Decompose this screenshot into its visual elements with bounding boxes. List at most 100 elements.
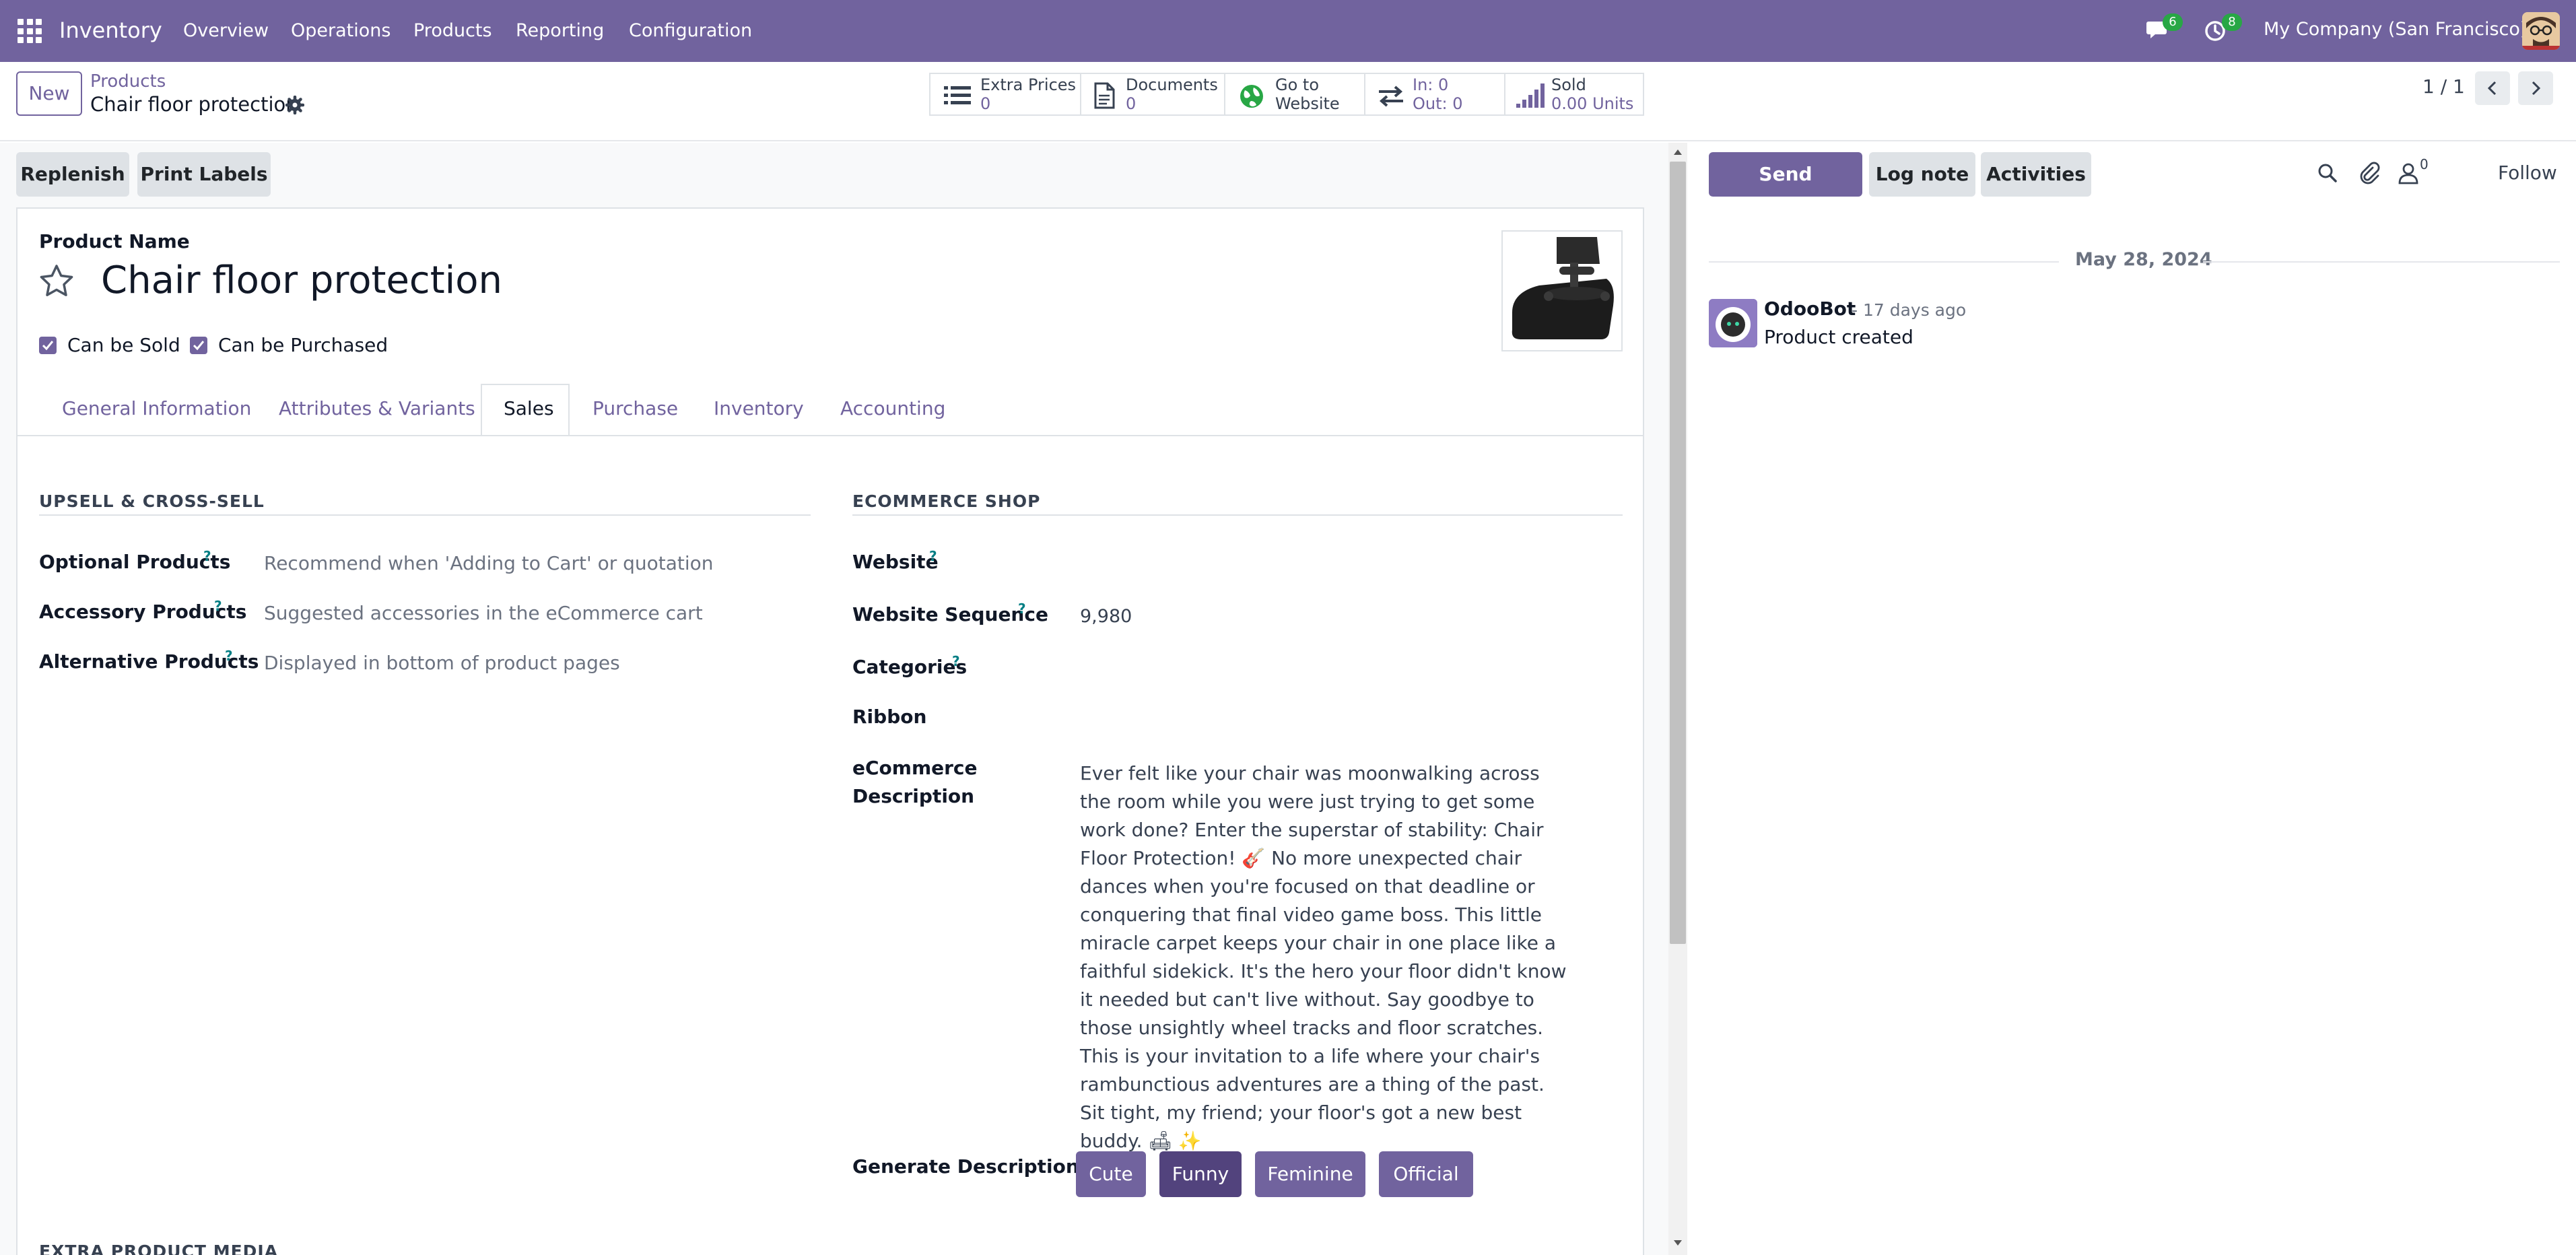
- send-message-button[interactable]: Send message: [1709, 152, 1862, 230]
- documents-value: 0: [1126, 94, 1137, 113]
- optional-products-input[interactable]: Recommend when 'Adding to Cart' or quota…: [264, 552, 714, 574]
- can-be-purchased-checkbox[interactable]: [190, 337, 207, 354]
- website-label: Website: [1275, 94, 1340, 113]
- alternative-products-input[interactable]: Displayed in bottom of product pages: [264, 652, 620, 674]
- print-labels-button[interactable]: Print Labels: [137, 152, 271, 197]
- website-help-icon[interactable]: ?: [929, 548, 937, 564]
- sold-label: Sold: [1551, 75, 1586, 94]
- menu-configuration[interactable]: Configuration: [629, 20, 752, 41]
- optional-products-label: Optional Products: [39, 551, 231, 573]
- check-icon: [42, 341, 54, 351]
- tab-inventory[interactable]: Inventory: [714, 397, 804, 419]
- check-icon: [193, 341, 205, 351]
- categories-help-icon[interactable]: ?: [952, 653, 960, 669]
- tab-accounting[interactable]: Accounting: [840, 397, 945, 419]
- menu-overview[interactable]: Overview: [183, 20, 269, 41]
- go-to-website-button[interactable]: Go to Website: [1224, 73, 1365, 116]
- top-navbar: Inventory Overview Operations Products R…: [0, 0, 2576, 62]
- pager-next-button[interactable]: [2518, 71, 2553, 105]
- generate-official-button[interactable]: Official: [1379, 1151, 1473, 1197]
- breadcrumb-products[interactable]: Products: [90, 71, 166, 92]
- tab-general-information[interactable]: General Information: [62, 397, 251, 419]
- menu-operations[interactable]: Operations: [291, 20, 391, 41]
- new-button[interactable]: New: [16, 71, 82, 116]
- generate-description-label: Generate Description: [852, 1155, 1079, 1178]
- website-input[interactable]: [1080, 552, 1565, 579]
- ecommerce-description-editor[interactable]: Ever felt like your chair was moonwalkin…: [1080, 759, 1571, 1155]
- globe-icon: [1240, 85, 1263, 108]
- in-out-button[interactable]: In: 0 Out: 0: [1364, 73, 1505, 116]
- search-icon[interactable]: [2316, 162, 2339, 184]
- generate-cute-button[interactable]: Cute: [1076, 1151, 1146, 1197]
- sold-value: 0.00 Units: [1551, 94, 1634, 113]
- company-switcher[interactable]: My Company (San Francisco): [2264, 19, 2527, 40]
- document-icon: [1094, 82, 1115, 109]
- ribbon-label: Ribbon: [852, 706, 927, 728]
- product-name-field[interactable]: Chair floor protection: [101, 259, 502, 302]
- messages-badge: 6: [2163, 13, 2183, 31]
- breadcrumb-current: Chair floor protection: [90, 93, 298, 116]
- tabs-divider: [18, 435, 1643, 436]
- star-icon[interactable]: [38, 263, 75, 300]
- signal-bars-icon: [1516, 83, 1545, 108]
- followers-icon[interactable]: [2397, 162, 2420, 184]
- sold-button[interactable]: Sold 0.00 Units: [1504, 73, 1644, 116]
- pager-previous-button[interactable]: [2475, 71, 2510, 105]
- website-sequence-input[interactable]: 9,980: [1080, 606, 1132, 627]
- categories-input[interactable]: [1080, 656, 1565, 683]
- activities-button[interactable]: Activities: [1981, 152, 2091, 197]
- paperclip-icon[interactable]: [2358, 162, 2381, 184]
- message-author[interactable]: OdooBot: [1764, 298, 1856, 320]
- alternative-products-help-icon[interactable]: ?: [225, 648, 233, 664]
- documents-label: Documents: [1126, 75, 1218, 94]
- accessory-products-help-icon[interactable]: ?: [214, 598, 222, 614]
- extra-prices-value: 0: [980, 94, 991, 113]
- log-note-button[interactable]: Log note: [1869, 152, 1975, 197]
- optional-products-help-icon[interactable]: ?: [203, 548, 211, 564]
- message-body: Product created: [1764, 326, 1913, 348]
- scroll-down-icon[interactable]: [1672, 1237, 1683, 1248]
- ribbon-input[interactable]: [1080, 706, 1565, 733]
- replenish-button[interactable]: Replenish: [16, 152, 129, 197]
- app-name[interactable]: Inventory: [59, 18, 162, 43]
- product-image[interactable]: [1501, 230, 1623, 351]
- can-be-sold-label[interactable]: Can be Sold: [67, 334, 180, 356]
- go-to-label: Go to: [1275, 75, 1320, 94]
- pager-value[interactable]: 1 / 1: [2422, 75, 2465, 98]
- exchange-icon: [1379, 86, 1403, 107]
- date-divider-right: [2203, 261, 2560, 263]
- chevron-left-icon: [2487, 81, 2497, 96]
- categories-label: Categories: [852, 656, 968, 678]
- website-label: Website: [852, 551, 939, 573]
- form-scrollbar-thumb[interactable]: [1670, 162, 1686, 944]
- website-sequence-help-icon[interactable]: ?: [1018, 601, 1026, 617]
- generate-feminine-button[interactable]: Feminine: [1255, 1151, 1365, 1197]
- user-avatar[interactable]: [2522, 12, 2560, 50]
- menu-reporting[interactable]: Reporting: [516, 20, 604, 41]
- accessory-products-input[interactable]: Suggested accessories in the eCommerce c…: [264, 602, 703, 624]
- scroll-up-icon[interactable]: [1672, 147, 1683, 158]
- can-be-purchased-label[interactable]: Can be Purchased: [218, 334, 388, 356]
- follow-button[interactable]: Follow: [2498, 162, 2557, 184]
- followers-count: 0: [2420, 156, 2429, 172]
- odoobot-avatar: [1709, 299, 1757, 347]
- ecommerce-description-label: eCommerce: [852, 757, 978, 779]
- tab-purchase[interactable]: Purchase: [592, 397, 678, 419]
- extra-prices-label: Extra Prices: [980, 75, 1077, 94]
- documents-button[interactable]: Documents 0: [1080, 73, 1225, 116]
- tab-sales[interactable]: Sales: [504, 397, 554, 419]
- extra-prices-button[interactable]: Extra Prices 0: [929, 73, 1081, 116]
- can-be-sold-checkbox[interactable]: [39, 337, 57, 354]
- upsell-section-title: UPSELL & CROSS-SELL: [39, 491, 265, 511]
- ecommerce-description-label-2: Description: [852, 785, 975, 807]
- generate-funny-button[interactable]: Funny: [1159, 1151, 1242, 1197]
- date-divider-left: [1709, 261, 2059, 263]
- list-icon: [944, 86, 971, 104]
- extra-product-media-title: EXTRA PRODUCT MEDIA: [39, 1242, 279, 1255]
- menu-products[interactable]: Products: [413, 20, 492, 41]
- control-panel: New Products Chair floor protection Extr…: [0, 62, 2576, 141]
- in-value: In: 0: [1413, 75, 1449, 94]
- app-menu-icon[interactable]: [18, 19, 42, 43]
- tab-attributes-variants[interactable]: Attributes & Variants: [279, 397, 475, 419]
- gear-icon[interactable]: [285, 96, 304, 114]
